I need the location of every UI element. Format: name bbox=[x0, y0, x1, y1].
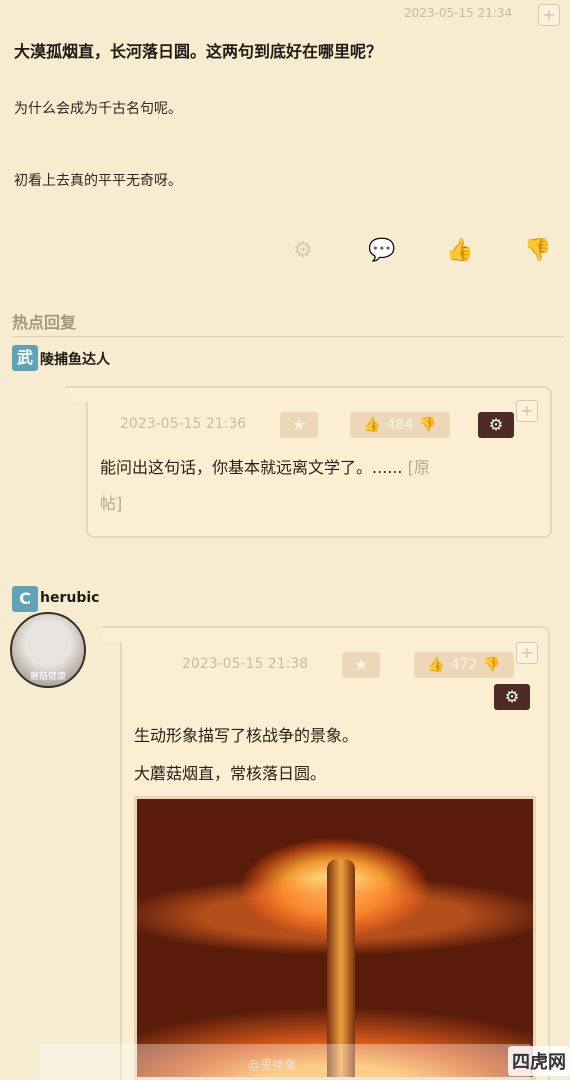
post-line-1: 为什么会成为千古名句呢。 bbox=[14, 101, 182, 117]
thumbs-down-icon[interactable]: 👎 bbox=[419, 412, 436, 438]
post-line-2: 初看上去真的平平无奇呀。 bbox=[14, 173, 182, 189]
post-actions: ⚙ 💬 👍 👎 bbox=[290, 238, 551, 264]
plus-icon[interactable]: + bbox=[516, 400, 538, 422]
vote-count: 472 bbox=[450, 657, 478, 673]
reply-time: 2023-05-15 21:38 bbox=[182, 656, 309, 672]
divider bbox=[12, 336, 564, 337]
reply-text-line-1: 生动形象描写了核战争的景象。 bbox=[134, 726, 359, 745]
vote-count: 484 bbox=[386, 417, 414, 433]
original-post-link-cont[interactable]: 帖] bbox=[100, 494, 122, 513]
post-timestamp: 2023-05-15 21:34 bbox=[404, 6, 513, 20]
avatar[interactable]: 蘑菇健康 bbox=[10, 612, 86, 688]
original-post-link[interactable]: [原 bbox=[408, 458, 430, 477]
star-button[interactable]: ★ bbox=[342, 652, 380, 678]
vote-box[interactable]: 👍 484 👎 bbox=[350, 412, 450, 438]
comment-icon[interactable]: 💬 bbox=[368, 238, 395, 264]
gear-icon[interactable]: ⚙ bbox=[290, 238, 316, 264]
reply-text-line-2: 大蘑菇烟直，常核落日圆。 bbox=[134, 764, 327, 783]
reply-text-body: 能问出这句话，你基本就远离文学了。...... bbox=[100, 458, 403, 477]
thumbs-up-icon[interactable]: 👍 bbox=[363, 412, 380, 438]
gear-button[interactable]: ⚙ bbox=[494, 684, 530, 710]
vote-box[interactable]: 👍 472 👎 bbox=[414, 652, 514, 678]
plus-icon[interactable]: + bbox=[516, 642, 538, 664]
mushroom-cloud-image bbox=[134, 796, 536, 1080]
plus-icon[interactable]: + bbox=[538, 4, 560, 26]
thumbs-up-icon[interactable]: 👍 bbox=[446, 238, 473, 264]
star-button[interactable]: ★ bbox=[280, 412, 318, 438]
thumbs-down-icon[interactable]: 👎 bbox=[483, 652, 500, 678]
card-notch bbox=[102, 626, 142, 642]
thumbs-down-icon[interactable]: 👎 bbox=[524, 238, 551, 264]
hot-replies-title: 热点回复 bbox=[12, 313, 77, 332]
reply-text: 能问出这句话，你基本就远离文学了。...... [原 帖] bbox=[100, 450, 520, 522]
user-badge: 武 bbox=[12, 345, 38, 371]
avatar-caption: 蘑菇健康 bbox=[29, 672, 66, 682]
gear-button[interactable]: ⚙ bbox=[478, 412, 514, 438]
card-notch bbox=[66, 386, 106, 402]
watermark-right: 四虎网 bbox=[508, 1046, 570, 1076]
post-title: 大漠孤烟直，长河落日圆。这两句到底好在哪里呢？ bbox=[14, 42, 383, 61]
watermark-left: @里神楽 bbox=[248, 1058, 297, 1072]
username[interactable]: herubic bbox=[40, 590, 99, 606]
thumbs-up-icon[interactable]: 👍 bbox=[427, 652, 444, 678]
username[interactable]: 陵捕鱼达人 bbox=[40, 349, 110, 369]
reply-time: 2023-05-15 21:36 bbox=[120, 416, 247, 432]
user-badge: C bbox=[12, 586, 38, 612]
